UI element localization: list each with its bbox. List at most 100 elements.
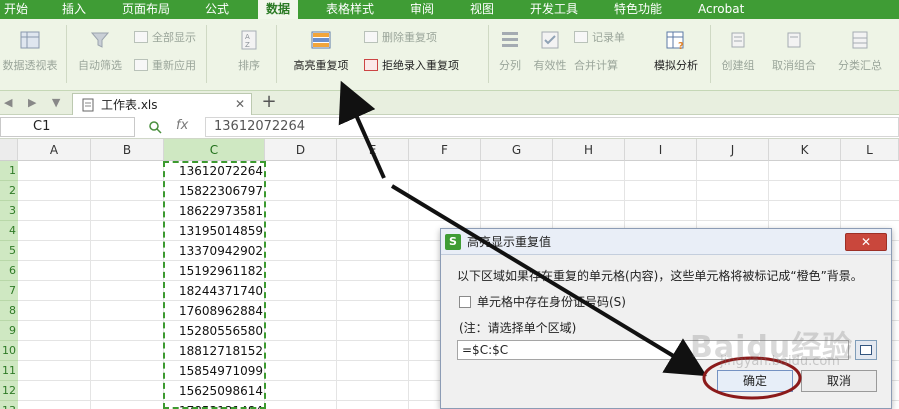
- simulation-analysis-label: 模拟分析: [654, 59, 698, 72]
- close-tab-icon[interactable]: ✕: [235, 97, 245, 111]
- reject-duplicates-button[interactable]: 拒绝录入重复项: [364, 57, 459, 73]
- reapply-icon: [134, 59, 148, 71]
- column-header-b[interactable]: B: [91, 139, 164, 161]
- consolidate-button[interactable]: 合并计算: [574, 57, 618, 73]
- tab-review[interactable]: 审阅: [410, 0, 434, 19]
- row-header[interactable]: 5: [0, 241, 18, 261]
- subtotal-label: 分类汇总: [838, 59, 882, 72]
- ok-button[interactable]: 确定: [717, 370, 793, 392]
- column-header-c[interactable]: C: [164, 139, 265, 161]
- row-header[interactable]: 11: [0, 361, 18, 381]
- pivot-table-button[interactable]: 数据透视表: [0, 29, 60, 73]
- tab-acrobat[interactable]: Acrobat: [698, 0, 744, 19]
- select-all-corner[interactable]: [0, 139, 18, 161]
- gridline-vertical: [336, 161, 337, 409]
- row-header[interactable]: 9: [0, 321, 18, 341]
- dialog-title-bar[interactable]: S 高亮显示重复值 ✕: [441, 229, 891, 255]
- row-header[interactable]: 6: [0, 261, 18, 281]
- column-header-a[interactable]: A: [18, 139, 91, 161]
- simulation-analysis-button[interactable]: ? 模拟分析: [648, 29, 704, 73]
- row-header[interactable]: 7: [0, 281, 18, 301]
- subtotal-icon: [852, 31, 868, 49]
- tab-table-style[interactable]: 表格样式: [326, 0, 374, 19]
- autofilter-label: 自动筛选: [78, 59, 122, 72]
- dialog-close-button[interactable]: ✕: [845, 233, 887, 251]
- app-logo-icon: S: [445, 233, 461, 250]
- row-header[interactable]: 12: [0, 381, 18, 401]
- tab-data[interactable]: 数据: [258, 0, 299, 19]
- column-header-k[interactable]: K: [769, 139, 841, 161]
- simulation-analysis-icon: ?: [666, 31, 684, 51]
- tab-insert[interactable]: 插入: [62, 0, 86, 19]
- subtotal-button[interactable]: 分类汇总: [830, 29, 890, 73]
- reject-duplicates-label: 拒绝录入重复项: [382, 59, 459, 72]
- create-group-button[interactable]: 创建组: [716, 29, 760, 73]
- ribbon-panel: 数据透视表 自动筛选 全部显示 重新应用 AZ 排序 高亮重复项 删除重复项 拒…: [0, 19, 899, 91]
- ungroup-button[interactable]: 取消组合: [764, 29, 824, 73]
- highlight-duplicates-icon: [311, 31, 331, 49]
- create-group-label: 创建组: [721, 59, 755, 72]
- remove-duplicates-label: 删除重复项: [382, 31, 437, 44]
- reapply-button[interactable]: 重新应用: [134, 57, 196, 73]
- column-header-j[interactable]: J: [697, 139, 769, 161]
- row-header[interactable]: 4: [0, 221, 18, 241]
- highlight-duplicates-button[interactable]: 高亮重复项: [282, 29, 360, 73]
- fx-icon[interactable]: fx: [176, 118, 188, 133]
- svg-text:Z: Z: [245, 41, 250, 49]
- column-header-d[interactable]: D: [265, 139, 337, 161]
- record-form-button[interactable]: 记录单: [574, 29, 625, 45]
- tab-nav-arrows-icon[interactable]: ◀ ▶ ▼: [4, 96, 66, 109]
- consolidate-label: 合并计算: [574, 59, 618, 72]
- split-column-icon: [502, 32, 518, 47]
- sort-button[interactable]: AZ 排序: [224, 29, 274, 73]
- tab-formulas[interactable]: 公式: [205, 0, 229, 19]
- checkbox-box[interactable]: [459, 295, 471, 308]
- autofilter-button[interactable]: 自动筛选: [72, 29, 128, 73]
- name-box[interactable]: C1: [0, 117, 135, 137]
- svg-text:A: A: [245, 33, 250, 41]
- row-header[interactable]: 8: [0, 301, 18, 321]
- create-group-icon: [731, 32, 745, 48]
- document-tab-title: 工作表.xls: [101, 98, 158, 112]
- range-select-icon: [860, 345, 872, 355]
- validity-icon: [541, 31, 559, 49]
- column-header-i[interactable]: I: [625, 139, 697, 161]
- column-header-h[interactable]: H: [553, 139, 625, 161]
- row-header[interactable]: 1: [0, 161, 18, 181]
- tab-view[interactable]: 视图: [470, 0, 494, 19]
- dialog-description: 以下区域如果存在重复的单元格(内容)，这些单元格将被标记成“橙色”背景。: [457, 269, 863, 283]
- ungroup-icon: [787, 32, 801, 48]
- record-form-icon: [574, 31, 588, 43]
- ribbon-separator: [710, 25, 711, 83]
- dialog-note: (注：请选择单个区域): [459, 321, 577, 335]
- id-number-checkbox[interactable]: 单元格中存在身份证号码(S): [459, 293, 626, 310]
- show-all-button[interactable]: 全部显示: [134, 29, 196, 45]
- column-header-e[interactable]: E: [337, 139, 409, 161]
- tab-home[interactable]: 开始: [4, 0, 28, 19]
- formula-input[interactable]: 13612072264: [205, 117, 899, 137]
- sort-label: 排序: [238, 59, 260, 72]
- new-tab-button[interactable]: +: [259, 93, 279, 113]
- tab-special-features[interactable]: 特色功能: [614, 0, 662, 19]
- gridline-horizontal: [18, 180, 899, 181]
- row-header[interactable]: 10: [0, 341, 18, 361]
- column-header-f[interactable]: F: [409, 139, 481, 161]
- row-header[interactable]: 13: [0, 401, 18, 409]
- baidu-watermark-url: jingyan.baidu.com: [720, 354, 840, 369]
- remove-duplicates-button[interactable]: 删除重复项: [364, 29, 437, 45]
- ungroup-label: 取消组合: [772, 59, 816, 72]
- row-header[interactable]: 2: [0, 181, 18, 201]
- column-header-l[interactable]: L: [841, 139, 899, 161]
- tab-developer[interactable]: 开发工具: [530, 0, 578, 19]
- ribbon-separator: [488, 25, 489, 83]
- column-header-g[interactable]: G: [481, 139, 553, 161]
- show-all-icon: [134, 31, 148, 43]
- range-select-button[interactable]: [855, 340, 877, 360]
- cancel-button[interactable]: 取消: [801, 370, 877, 392]
- document-tab[interactable]: 工作表.xls ✕: [72, 93, 252, 115]
- zoom-icon[interactable]: [148, 120, 162, 134]
- validity-button[interactable]: 有效性: [530, 29, 570, 73]
- split-column-button[interactable]: 分列: [494, 29, 526, 73]
- row-header[interactable]: 3: [0, 201, 18, 221]
- tab-page-layout[interactable]: 页面布局: [122, 0, 170, 19]
